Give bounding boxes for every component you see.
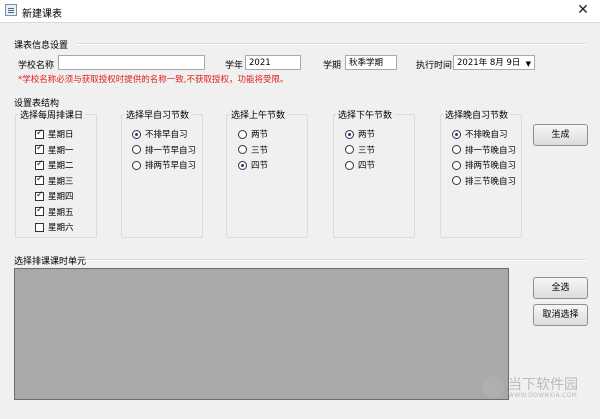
weekday-option-thursday[interactable]: 星期四 [35, 189, 74, 203]
morning-study-list: 不排早自习 排一节早自习 排两节早自习 [132, 127, 196, 172]
checkbox-checked-icon[interactable] [35, 190, 44, 201]
radio-unselected-icon[interactable] [132, 160, 141, 170]
pm-option-two[interactable]: 两节 [345, 127, 375, 141]
weekday-option-friday[interactable]: 星期五 [35, 205, 74, 219]
am-option-three[interactable]: 三节 [238, 143, 268, 157]
radio-selected-icon[interactable] [238, 160, 247, 170]
exec-time-value: 2021年 8月 9日 [457, 58, 521, 68]
course-info-divider [76, 43, 586, 45]
radio-unselected-icon[interactable] [452, 145, 461, 154]
evening-study-list: 不排晚自习 排一节晚自习 排两节晚自习 排三节晚自习 [452, 127, 516, 188]
school-name-label: 学校名称 [18, 61, 55, 71]
radio-unselected-icon[interactable] [238, 129, 247, 139]
exec-time-label: 执行时间 [416, 61, 453, 71]
title-bar: 新建课表 ✕ [0, 0, 600, 23]
exec-time-picker[interactable]: 2021年 8月 9日 ▼ [453, 55, 535, 70]
morning-option-two[interactable]: 排两节早自习 [132, 158, 196, 172]
weekday-option-tuesday[interactable]: 星期二 [35, 158, 74, 172]
am-option-two[interactable]: 两节 [238, 127, 268, 141]
units-section-label: 选择排课课时单元 [14, 257, 87, 267]
radio-selected-icon[interactable] [345, 129, 354, 139]
morning-option-one[interactable]: 排一节早自习 [132, 143, 196, 157]
watermark-logo-icon [482, 376, 504, 398]
year-label: 学年 [225, 61, 244, 71]
deselect-button[interactable]: 取消选择 [533, 304, 588, 326]
am-periods-group-title: 选择上午节数 [229, 108, 288, 121]
morning-option-none[interactable]: 不排早自习 [132, 127, 196, 141]
year-input[interactable]: 2021 [245, 55, 301, 70]
am-periods-list: 两节 三节 四节 [238, 127, 268, 172]
radio-unselected-icon[interactable] [345, 160, 354, 170]
weekday-option-wednesday[interactable]: 星期三 [35, 174, 74, 188]
evening-study-group-title: 选择晚自习节数 [443, 108, 511, 121]
license-warning: *学校名称必须与获取授权时提供的名称一致,不获取授权，功能将受限。 [18, 75, 289, 85]
radio-unselected-icon[interactable] [238, 145, 247, 154]
radio-unselected-icon[interactable] [345, 145, 354, 154]
radio-selected-icon[interactable] [132, 129, 141, 139]
school-name-input[interactable] [58, 55, 205, 70]
watermark-subtext: WWW.DOWNXIA.COM [508, 392, 578, 399]
course-info-section-label: 课表信息设置 [14, 41, 69, 51]
pm-option-four[interactable]: 四节 [345, 158, 375, 172]
close-button[interactable]: ✕ [566, 0, 600, 21]
checkbox-unchecked-icon[interactable] [35, 222, 44, 232]
checkbox-checked-icon[interactable] [35, 128, 44, 139]
select-all-button[interactable]: 全选 [533, 277, 588, 299]
weekday-option-monday[interactable]: 星期一 [35, 143, 74, 157]
pm-periods-group-title: 选择下午节数 [336, 108, 395, 121]
checkbox-checked-icon[interactable] [35, 205, 44, 216]
watermark-text: 当下软件园 [508, 377, 578, 393]
checkbox-checked-icon[interactable] [35, 143, 44, 154]
weekdays-group-title: 选择每周排课日 [18, 108, 86, 121]
radio-unselected-icon[interactable] [452, 176, 461, 185]
units-divider [86, 259, 586, 261]
evening-option-two[interactable]: 排两节晚自习 [452, 158, 516, 172]
am-option-four[interactable]: 四节 [238, 158, 268, 172]
term-label: 学期 [323, 61, 342, 71]
evening-option-none[interactable]: 不排晚自习 [452, 127, 516, 141]
generate-button[interactable]: 生成 [533, 124, 588, 146]
weekday-option-sunday[interactable]: 星期日 [35, 127, 74, 141]
weekday-list: 星期日 星期一 星期二 星期三 星期四 星期五 星期六 [35, 127, 74, 234]
evening-option-three[interactable]: 排三节晚自习 [452, 174, 516, 188]
checkbox-checked-icon[interactable] [35, 159, 44, 170]
units-list-panel[interactable] [14, 268, 509, 400]
weekday-option-saturday[interactable]: 星期六 [35, 220, 74, 234]
radio-unselected-icon[interactable] [452, 160, 461, 170]
morning-study-group-title: 选择早自习节数 [124, 108, 192, 121]
radio-unselected-icon[interactable] [132, 145, 141, 154]
checkbox-checked-icon[interactable] [35, 174, 44, 185]
pm-periods-list: 两节 三节 四节 [345, 127, 375, 172]
term-input[interactable]: 秋季学期 [345, 55, 397, 70]
dropdown-arrow-icon[interactable]: ▼ [526, 58, 531, 69]
window-title: 新建课表 [22, 9, 62, 20]
radio-selected-icon[interactable] [452, 129, 461, 139]
evening-option-one[interactable]: 排一节晚自习 [452, 143, 516, 157]
app-window-icon [5, 4, 17, 16]
pm-option-three[interactable]: 三节 [345, 143, 375, 157]
